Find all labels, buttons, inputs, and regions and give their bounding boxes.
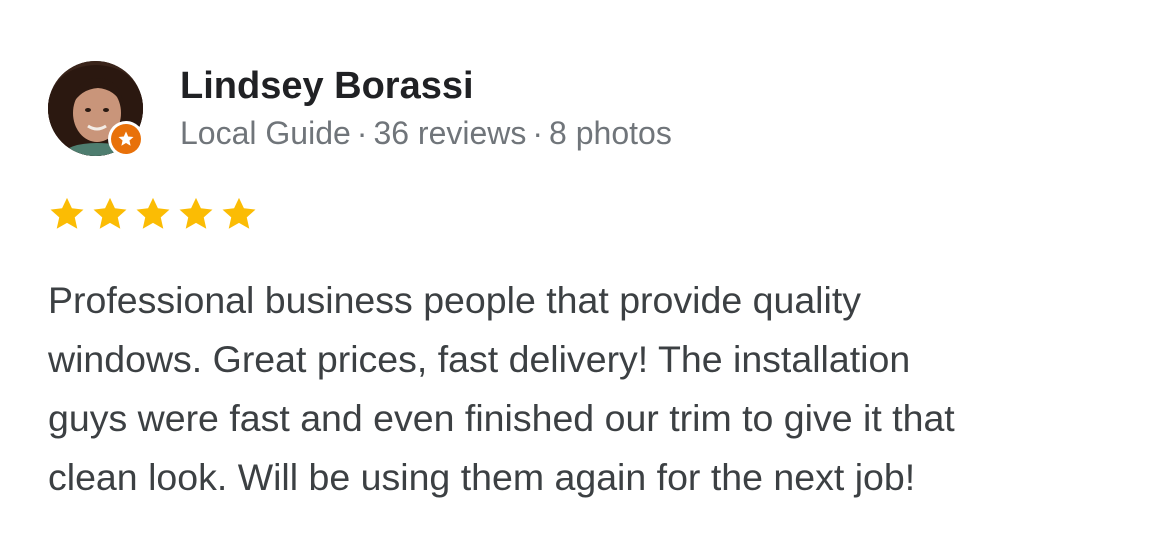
- review-text: Professional business people that provid…: [48, 279, 955, 498]
- star-icon: [222, 197, 256, 229]
- meta-separator: ·: [356, 115, 368, 151]
- star-icon: [93, 197, 127, 229]
- local-guide-star-icon: [118, 131, 134, 146]
- star-icon: [136, 197, 170, 229]
- reviewer-name[interactable]: Lindsey Borassi: [180, 63, 474, 109]
- local-guide-label: Local Guide: [180, 115, 351, 151]
- meta-separator: ·: [532, 115, 544, 151]
- photo-count: 8 photos: [549, 115, 672, 151]
- reviewer-avatar[interactable]: [48, 61, 145, 158]
- review-count: 36 reviews: [373, 115, 527, 151]
- local-guide-badge: [108, 121, 144, 157]
- star-rating: [48, 194, 263, 234]
- star-icon: [50, 197, 84, 229]
- review-card: Lindsey Borassi Local Guide · 36 reviews · 8…: [0, 0, 1169, 546]
- reviewer-meta: Local Guide · 36 reviews · 8 photos: [180, 113, 672, 153]
- star-icon: [179, 197, 213, 229]
